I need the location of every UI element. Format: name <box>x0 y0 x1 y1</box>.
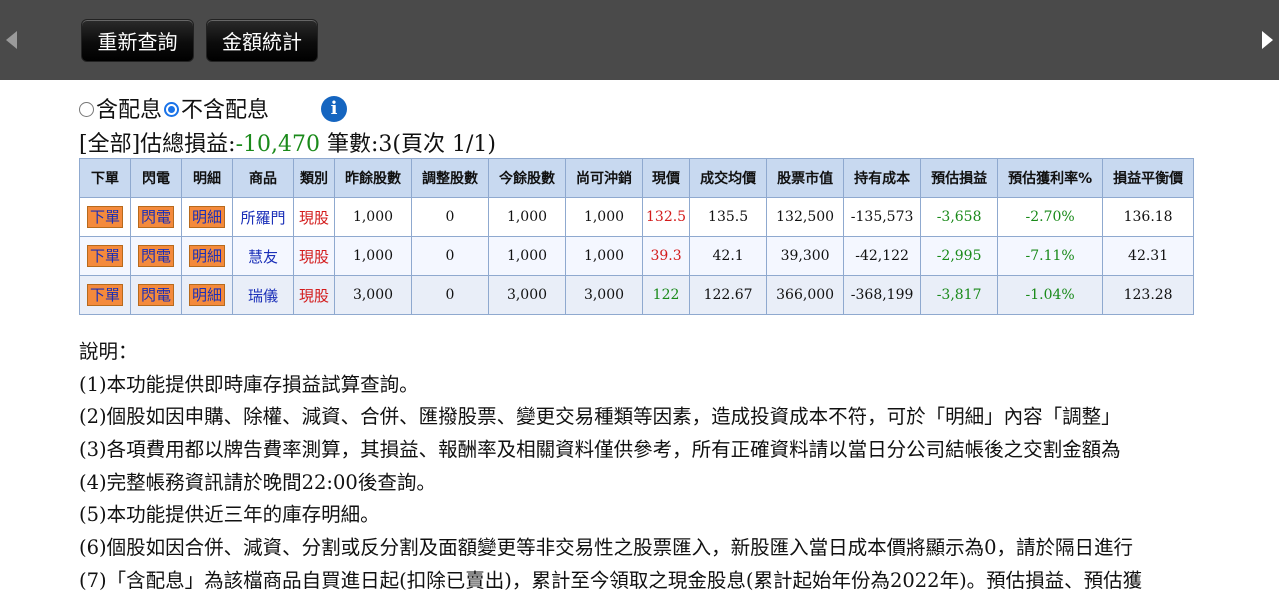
col-header-price: 現價 <box>641 158 691 198</box>
adj-shares: 0 <box>411 275 489 315</box>
note-line: (4)完整帳務資訊請於晚間22:00後查詢。 <box>79 470 436 494</box>
info-icon[interactable]: i <box>321 96 347 122</box>
est-return: -2.70% <box>997 197 1104 237</box>
prev-shares: 1,000 <box>334 197 412 237</box>
today-shares: 3,000 <box>488 275 566 315</box>
order-button[interactable]: 下單 <box>86 284 123 306</box>
note-line: (2)個股如因申購、除權、減資、合併、匯撥股票、變更交易種類等因素，造成投資成本… <box>79 405 1121 429</box>
trade-type: 現股 <box>298 286 329 305</box>
breakeven-price: 136.18 <box>1102 197 1195 237</box>
summary-prefix: [全部]估總損益: <box>79 132 236 157</box>
table-row: 下單 閃電 明細 所羅門 現股 1,000 0 1,000 1,000 132.… <box>79 197 1195 237</box>
breakeven-price: 42.31 <box>1102 236 1195 276</box>
col-header-flash: 閃電 <box>130 158 182 198</box>
col-header-type: 類別 <box>293 158 335 198</box>
est-pnl: -3,658 <box>920 197 999 237</box>
avg-cost: 42.1 <box>689 236 768 276</box>
record-count: 筆數:3(頁次 1/1) <box>320 132 496 157</box>
est-pnl: -2,995 <box>920 236 999 276</box>
holding-cost: -135,573 <box>843 197 922 237</box>
today-shares: 1,000 <box>488 236 566 276</box>
avg-cost: 135.5 <box>689 197 768 237</box>
product-name-link[interactable]: 慧友 <box>248 248 278 266</box>
note-line: (1)本功能提供即時庫存損益試算查詢。 <box>79 372 419 396</box>
note-line: (5)本功能提供近三年的庫存明細。 <box>79 503 380 527</box>
radio-without-dividend[interactable] <box>164 101 180 117</box>
current-price: 122 <box>641 275 691 315</box>
current-price: 132.5 <box>641 197 691 237</box>
col-header-product: 商品 <box>232 158 294 198</box>
notes-title: 說明： <box>79 340 138 363</box>
flash-order-button[interactable]: 閃電 <box>137 206 174 228</box>
table-row: 下單 閃電 明細 慧友 現股 1,000 0 1,000 1,000 39.3 … <box>79 236 1195 276</box>
radio-without-dividend-label[interactable]: 不含配息 <box>181 92 269 124</box>
trade-type: 現股 <box>298 208 329 227</box>
col-header-order: 下單 <box>79 158 131 198</box>
detail-button[interactable]: 明細 <box>188 206 225 228</box>
prev-shares: 1,000 <box>334 236 412 276</box>
col-header-avg-cost: 成交均價 <box>689 158 768 198</box>
product-name-link[interactable]: 所羅門 <box>240 209 285 227</box>
today-shares: 1,000 <box>488 197 566 237</box>
notes-section: 說明： (1)本功能提供即時庫存損益試算查詢。 (2)個股如因申購、除權、減資、… <box>79 336 1142 598</box>
note-line: (3)各項費用都以牌告費率測算，其損益、報酬率及相關資料僅供參考，所有正確資料請… <box>79 438 1121 462</box>
scroll-left-arrow-icon[interactable] <box>6 31 17 49</box>
order-button[interactable]: 下單 <box>86 206 123 228</box>
total-pnl: -10,470 <box>235 132 321 157</box>
flash-order-button[interactable]: 閃電 <box>137 284 174 306</box>
flash-order-button[interactable]: 閃電 <box>137 245 174 267</box>
adj-shares: 0 <box>411 236 489 276</box>
note-line: (7)「含配息」為該檔商品自買進日起(扣除已賣出)，累計至今領取之現金股息(累計… <box>79 568 1143 592</box>
market-value: 39,300 <box>766 236 845 276</box>
col-header-market-value: 股票市值 <box>766 158 845 198</box>
market-value: 366,000 <box>766 275 845 315</box>
est-return: -1.04% <box>997 275 1104 315</box>
scroll-right-arrow-icon[interactable] <box>1262 31 1273 49</box>
col-header-est-pnl: 預估損益 <box>920 158 999 198</box>
current-price: 39.3 <box>641 236 691 276</box>
market-value: 132,500 <box>766 197 845 237</box>
breakeven-price: 123.28 <box>1102 275 1195 315</box>
est-return: -7.11% <box>997 236 1104 276</box>
col-header-holding-cost: 持有成本 <box>843 158 922 198</box>
amount-stats-button[interactable]: 金額統計 <box>206 19 318 62</box>
adj-shares: 0 <box>411 197 489 237</box>
col-header-est-return: 預估獲利率% <box>997 158 1104 198</box>
avg-cost: 122.67 <box>689 275 768 315</box>
holding-cost: -368,199 <box>843 275 922 315</box>
top-toolbar: 重新查詢 金額統計 <box>0 0 1279 80</box>
table-row: 下單 閃電 明細 瑞儀 現股 3,000 0 3,000 3,000 122 1… <box>79 275 1195 315</box>
summary-line: [全部]估總損益:-10,470 筆數:3(頁次 1/1) <box>79 126 496 158</box>
col-header-today-shares: 今餘股數 <box>488 158 566 198</box>
detail-button[interactable]: 明細 <box>188 245 225 267</box>
table-header-row: 下單 閃電 明細 商品 類別 昨餘股數 調整股數 今餘股數 尚可沖銷 現價 成交… <box>79 158 1195 198</box>
trade-type: 現股 <box>298 247 329 266</box>
dividend-filter: 含配息 不含配息 <box>79 92 269 124</box>
offsettable-shares: 1,000 <box>565 197 643 237</box>
detail-button[interactable]: 明細 <box>188 284 225 306</box>
prev-shares: 3,000 <box>334 275 412 315</box>
col-header-offsettable: 尚可沖銷 <box>565 158 643 198</box>
radio-with-dividend[interactable] <box>79 101 94 117</box>
note-line: (6)個股如因合併、減資、分割或反分割及面額變更等非交易性之股票匯入，新股匯入當… <box>79 536 1134 560</box>
offsettable-shares: 1,000 <box>565 236 643 276</box>
requery-button[interactable]: 重新查詢 <box>81 19 194 62</box>
inventory-table: 下單 閃電 明細 商品 類別 昨餘股數 調整股數 今餘股數 尚可沖銷 現價 成交… <box>79 158 1195 315</box>
product-name-link[interactable]: 瑞儀 <box>248 287 278 305</box>
radio-with-dividend-label[interactable]: 含配息 <box>96 92 162 124</box>
offsettable-shares: 3,000 <box>565 275 643 315</box>
order-button[interactable]: 下單 <box>86 245 123 267</box>
col-header-adj-shares: 調整股數 <box>411 158 489 198</box>
col-header-detail: 明細 <box>181 158 233 198</box>
col-header-prev-shares: 昨餘股數 <box>334 158 412 198</box>
holding-cost: -42,122 <box>843 236 922 276</box>
col-header-breakeven: 損益平衡價 <box>1102 158 1195 198</box>
est-pnl: -3,817 <box>920 275 999 315</box>
